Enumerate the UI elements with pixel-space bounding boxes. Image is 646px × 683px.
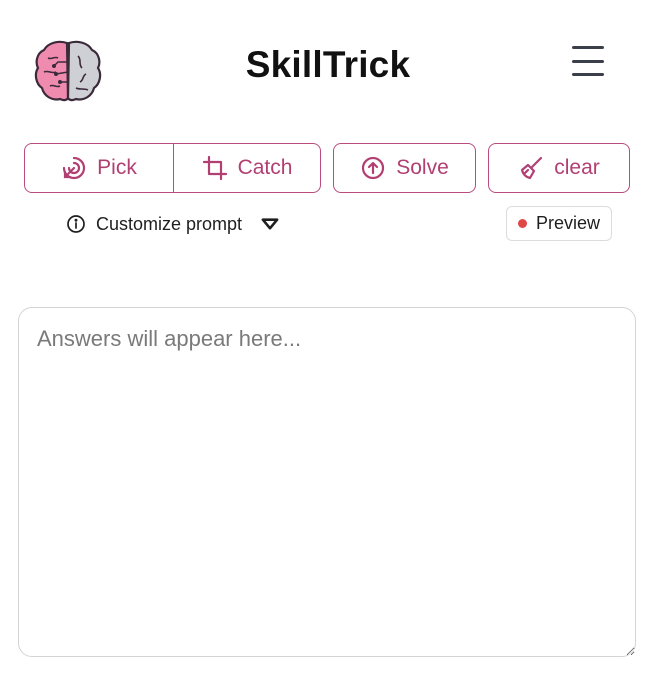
broom-icon xyxy=(521,156,543,180)
catch-button[interactable]: Catch xyxy=(173,143,321,193)
hamburger-menu-icon xyxy=(572,46,604,49)
preview-button[interactable]: Preview xyxy=(506,206,612,241)
preview-label: Preview xyxy=(535,213,601,233)
clear-label: clear xyxy=(554,156,600,179)
caret-down-icon xyxy=(261,218,279,230)
solve-label: Solve xyxy=(396,156,449,179)
crop-icon xyxy=(202,155,227,181)
hamburger-menu-button[interactable] xyxy=(568,44,608,78)
solve-button[interactable]: Solve xyxy=(333,143,476,193)
pick-button[interactable]: Pick xyxy=(24,143,174,193)
upload-circle-icon xyxy=(362,156,385,180)
clear-button[interactable]: clear xyxy=(488,143,630,193)
customize-prompt-toggle[interactable]: Customize prompt xyxy=(66,212,280,236)
info-icon xyxy=(67,215,85,233)
target-pick-icon xyxy=(63,156,86,180)
answers-textarea[interactable] xyxy=(18,307,636,657)
status-dot-icon xyxy=(517,219,527,228)
pick-label: Pick xyxy=(97,156,137,179)
app-title: SkillTrick xyxy=(245,44,411,85)
catch-label: Catch xyxy=(237,156,293,179)
customize-prompt-label: Customize prompt xyxy=(96,213,243,234)
app-root: SkillTrick Pick Catch Solve clear Custom… xyxy=(0,0,646,683)
